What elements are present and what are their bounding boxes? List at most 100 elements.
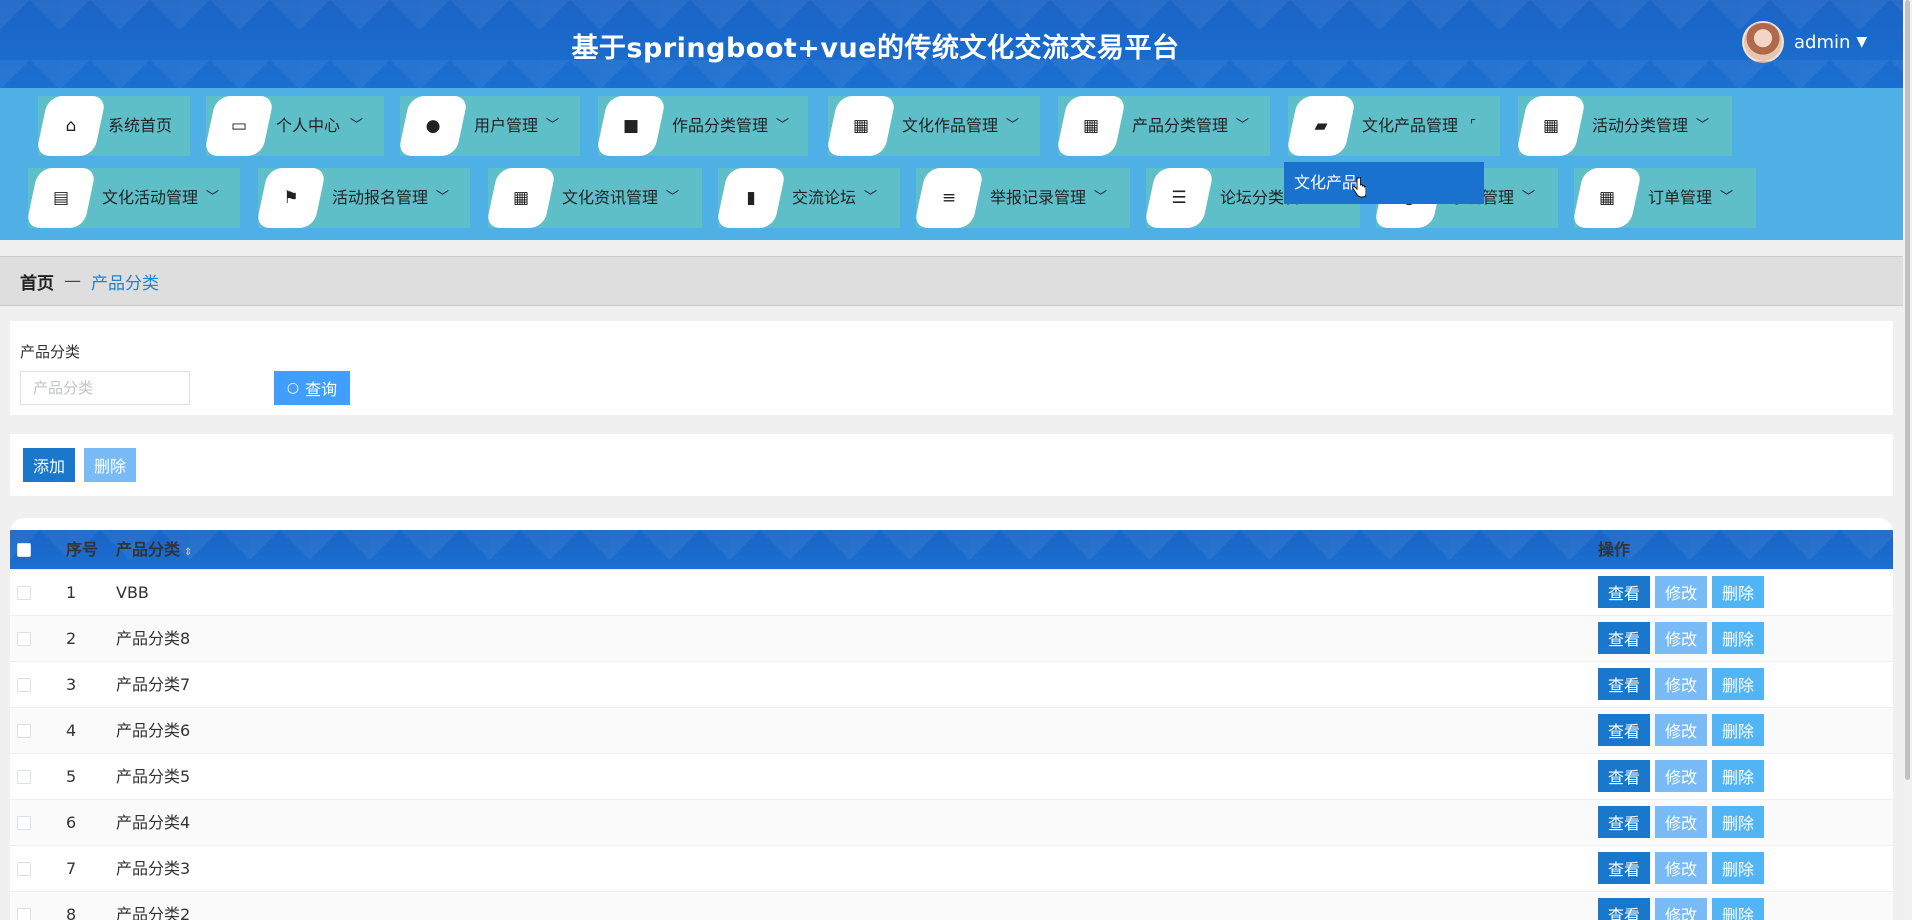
table-header: 序号 产品分类 ⇕ 操作	[10, 530, 1893, 570]
breadcrumb: 首页 — 产品分类	[0, 256, 1903, 306]
column-header-name[interactable]: 产品分类 ⇕	[116, 530, 192, 573]
row-no: 6	[66, 813, 77, 832]
nav-item-home[interactable]: ⌂ 系统首页	[38, 96, 190, 156]
edit-button[interactable]: 修改	[1655, 576, 1707, 608]
flag-icon: ⚑	[262, 168, 320, 228]
row-name: 产品分类3	[116, 859, 191, 878]
nav-item-culture-activities[interactable]: ▤ 文化活动管理 ﹀	[28, 168, 240, 228]
view-button[interactable]: 查看	[1598, 852, 1650, 884]
view-button[interactable]: 查看	[1598, 576, 1650, 608]
delete-button[interactable]: 删除	[1712, 576, 1764, 608]
hand-cursor-icon	[1352, 177, 1366, 198]
user-menu[interactable]: admin ▼	[1742, 20, 1867, 64]
query-button-label: 查询	[305, 380, 338, 399]
table-row: 7 产品分类3 查看 修改 删除	[10, 846, 1893, 892]
edit-button[interactable]: 修改	[1655, 622, 1707, 654]
nav-label: 举报记录管理	[990, 188, 1087, 207]
nav-label: 用户管理	[474, 116, 539, 135]
edit-button[interactable]: 修改	[1655, 852, 1707, 884]
chevron-down-icon: ﹀	[1522, 190, 1536, 205]
nav-item-work-category[interactable]: ■ 作品分类管理 ﹀	[598, 96, 808, 156]
row-no: 3	[66, 675, 77, 694]
add-button[interactable]: 添加	[23, 448, 75, 482]
row-no: 5	[66, 767, 77, 786]
top-header: 基于springboot+vue的传统文化交流交易平台 admin ▼	[0, 0, 1903, 88]
row-checkbox[interactable]	[17, 724, 31, 738]
nav-label: 文化产品管理	[1362, 116, 1459, 135]
table-row: 3 产品分类7 查看 修改 删除	[10, 662, 1893, 708]
nav-label: 交流论坛	[792, 188, 857, 207]
view-button[interactable]: 查看	[1598, 622, 1650, 654]
nav-item-reports[interactable]: ≡ 举报记录管理 ﹀	[916, 168, 1130, 228]
query-button[interactable]: ○ 查询	[274, 371, 350, 405]
wallet-icon: ▰	[1292, 96, 1350, 156]
scrollbar-thumb[interactable]	[1905, 0, 1910, 780]
chevron-down-icon: ﹀	[1094, 190, 1108, 205]
row-checkbox[interactable]	[17, 770, 31, 784]
row-name: 产品分类8	[116, 629, 191, 648]
search-input[interactable]	[20, 371, 190, 405]
id-card-icon: ▭	[210, 96, 268, 156]
home-icon: ⌂	[42, 96, 100, 156]
nav-item-culture-news[interactable]: ▦ 文化资讯管理 ﹀	[488, 168, 702, 228]
nav-item-profile[interactable]: ▭ 个人中心 ﹀	[206, 96, 384, 156]
nav-item-users[interactable]: ● 用户管理 ﹀	[400, 96, 580, 156]
clipboard-icon: ▤	[32, 168, 90, 228]
delete-button[interactable]: 删除	[1712, 622, 1764, 654]
view-button[interactable]: 查看	[1598, 714, 1650, 746]
dropdown-item-culture-products[interactable]: 文化产品	[1284, 162, 1484, 204]
nav-label: 活动分类管理	[1592, 116, 1689, 135]
column-header-ops: 操作	[1598, 540, 1631, 559]
batch-delete-button[interactable]: 删除	[84, 448, 136, 482]
row-name: 产品分类7	[116, 675, 191, 694]
edit-button[interactable]: 修改	[1655, 806, 1707, 838]
view-button[interactable]: 查看	[1598, 760, 1650, 792]
row-checkbox[interactable]	[17, 632, 31, 646]
edit-button[interactable]: 修改	[1655, 898, 1707, 920]
view-button[interactable]: 查看	[1598, 806, 1650, 838]
row-no: 7	[66, 859, 77, 878]
row-checkbox[interactable]	[17, 816, 31, 830]
grid-icon: ▦	[1522, 96, 1580, 156]
nav-label: 文化资讯管理	[562, 188, 659, 207]
delete-button[interactable]: 删除	[1712, 898, 1764, 920]
delete-button[interactable]: 删除	[1712, 852, 1764, 884]
table-row: 2 产品分类8 查看 修改 删除	[10, 616, 1893, 662]
view-button[interactable]: 查看	[1598, 668, 1650, 700]
nav-item-product-category[interactable]: ▦ 产品分类管理 ﹀	[1058, 96, 1270, 156]
row-checkbox[interactable]	[17, 908, 31, 920]
nav-item-forum[interactable]: ▮ 交流论坛 ﹀	[718, 168, 900, 228]
table-row: 5 产品分类5 查看 修改 删除	[10, 754, 1893, 800]
delete-button[interactable]: 删除	[1712, 760, 1764, 792]
nav-label: 订单管理	[1648, 188, 1713, 207]
nav-item-activity-category[interactable]: ▦ 活动分类管理 ﹀	[1518, 96, 1732, 156]
nav-item-culture-products[interactable]: ▰ 文化产品管理 ⌜	[1288, 96, 1500, 156]
edit-button[interactable]: 修改	[1655, 760, 1707, 792]
sort-icon[interactable]: ⇕	[184, 547, 192, 558]
delete-button[interactable]: 删除	[1712, 668, 1764, 700]
view-button[interactable]: 查看	[1598, 898, 1650, 920]
table-row: 6 产品分类4 查看 修改 删除	[10, 800, 1893, 846]
edit-button[interactable]: 修改	[1655, 714, 1707, 746]
nav-item-culture-works[interactable]: ▦ 文化作品管理 ﹀	[828, 96, 1040, 156]
row-checkbox[interactable]	[17, 862, 31, 876]
row-checkbox[interactable]	[17, 586, 31, 600]
nav-label: 产品分类管理	[1132, 116, 1229, 135]
delete-button[interactable]: 删除	[1712, 806, 1764, 838]
nav-item-orders[interactable]: ▦ 订单管理 ﹀	[1574, 168, 1756, 228]
row-no: 1	[66, 583, 77, 602]
select-all-checkbox[interactable]	[17, 543, 31, 557]
delete-button[interactable]: 删除	[1712, 714, 1764, 746]
chevron-down-icon: ﹀	[1236, 118, 1250, 133]
grid-icon: ▦	[1062, 96, 1120, 156]
edit-button[interactable]: 修改	[1655, 668, 1707, 700]
nav-label: 系统首页	[108, 116, 173, 135]
row-name: 产品分类4	[116, 813, 191, 832]
grid-icon: ▦	[832, 96, 890, 156]
row-checkbox[interactable]	[17, 678, 31, 692]
actions-panel: 添加 删除	[10, 434, 1893, 496]
chevron-down-icon: ﹀	[206, 190, 220, 205]
search-label: 产品分类	[20, 343, 81, 361]
nav-item-activity-signup[interactable]: ⚑ 活动报名管理 ﹀	[258, 168, 470, 228]
breadcrumb-home[interactable]: 首页	[20, 269, 54, 294]
